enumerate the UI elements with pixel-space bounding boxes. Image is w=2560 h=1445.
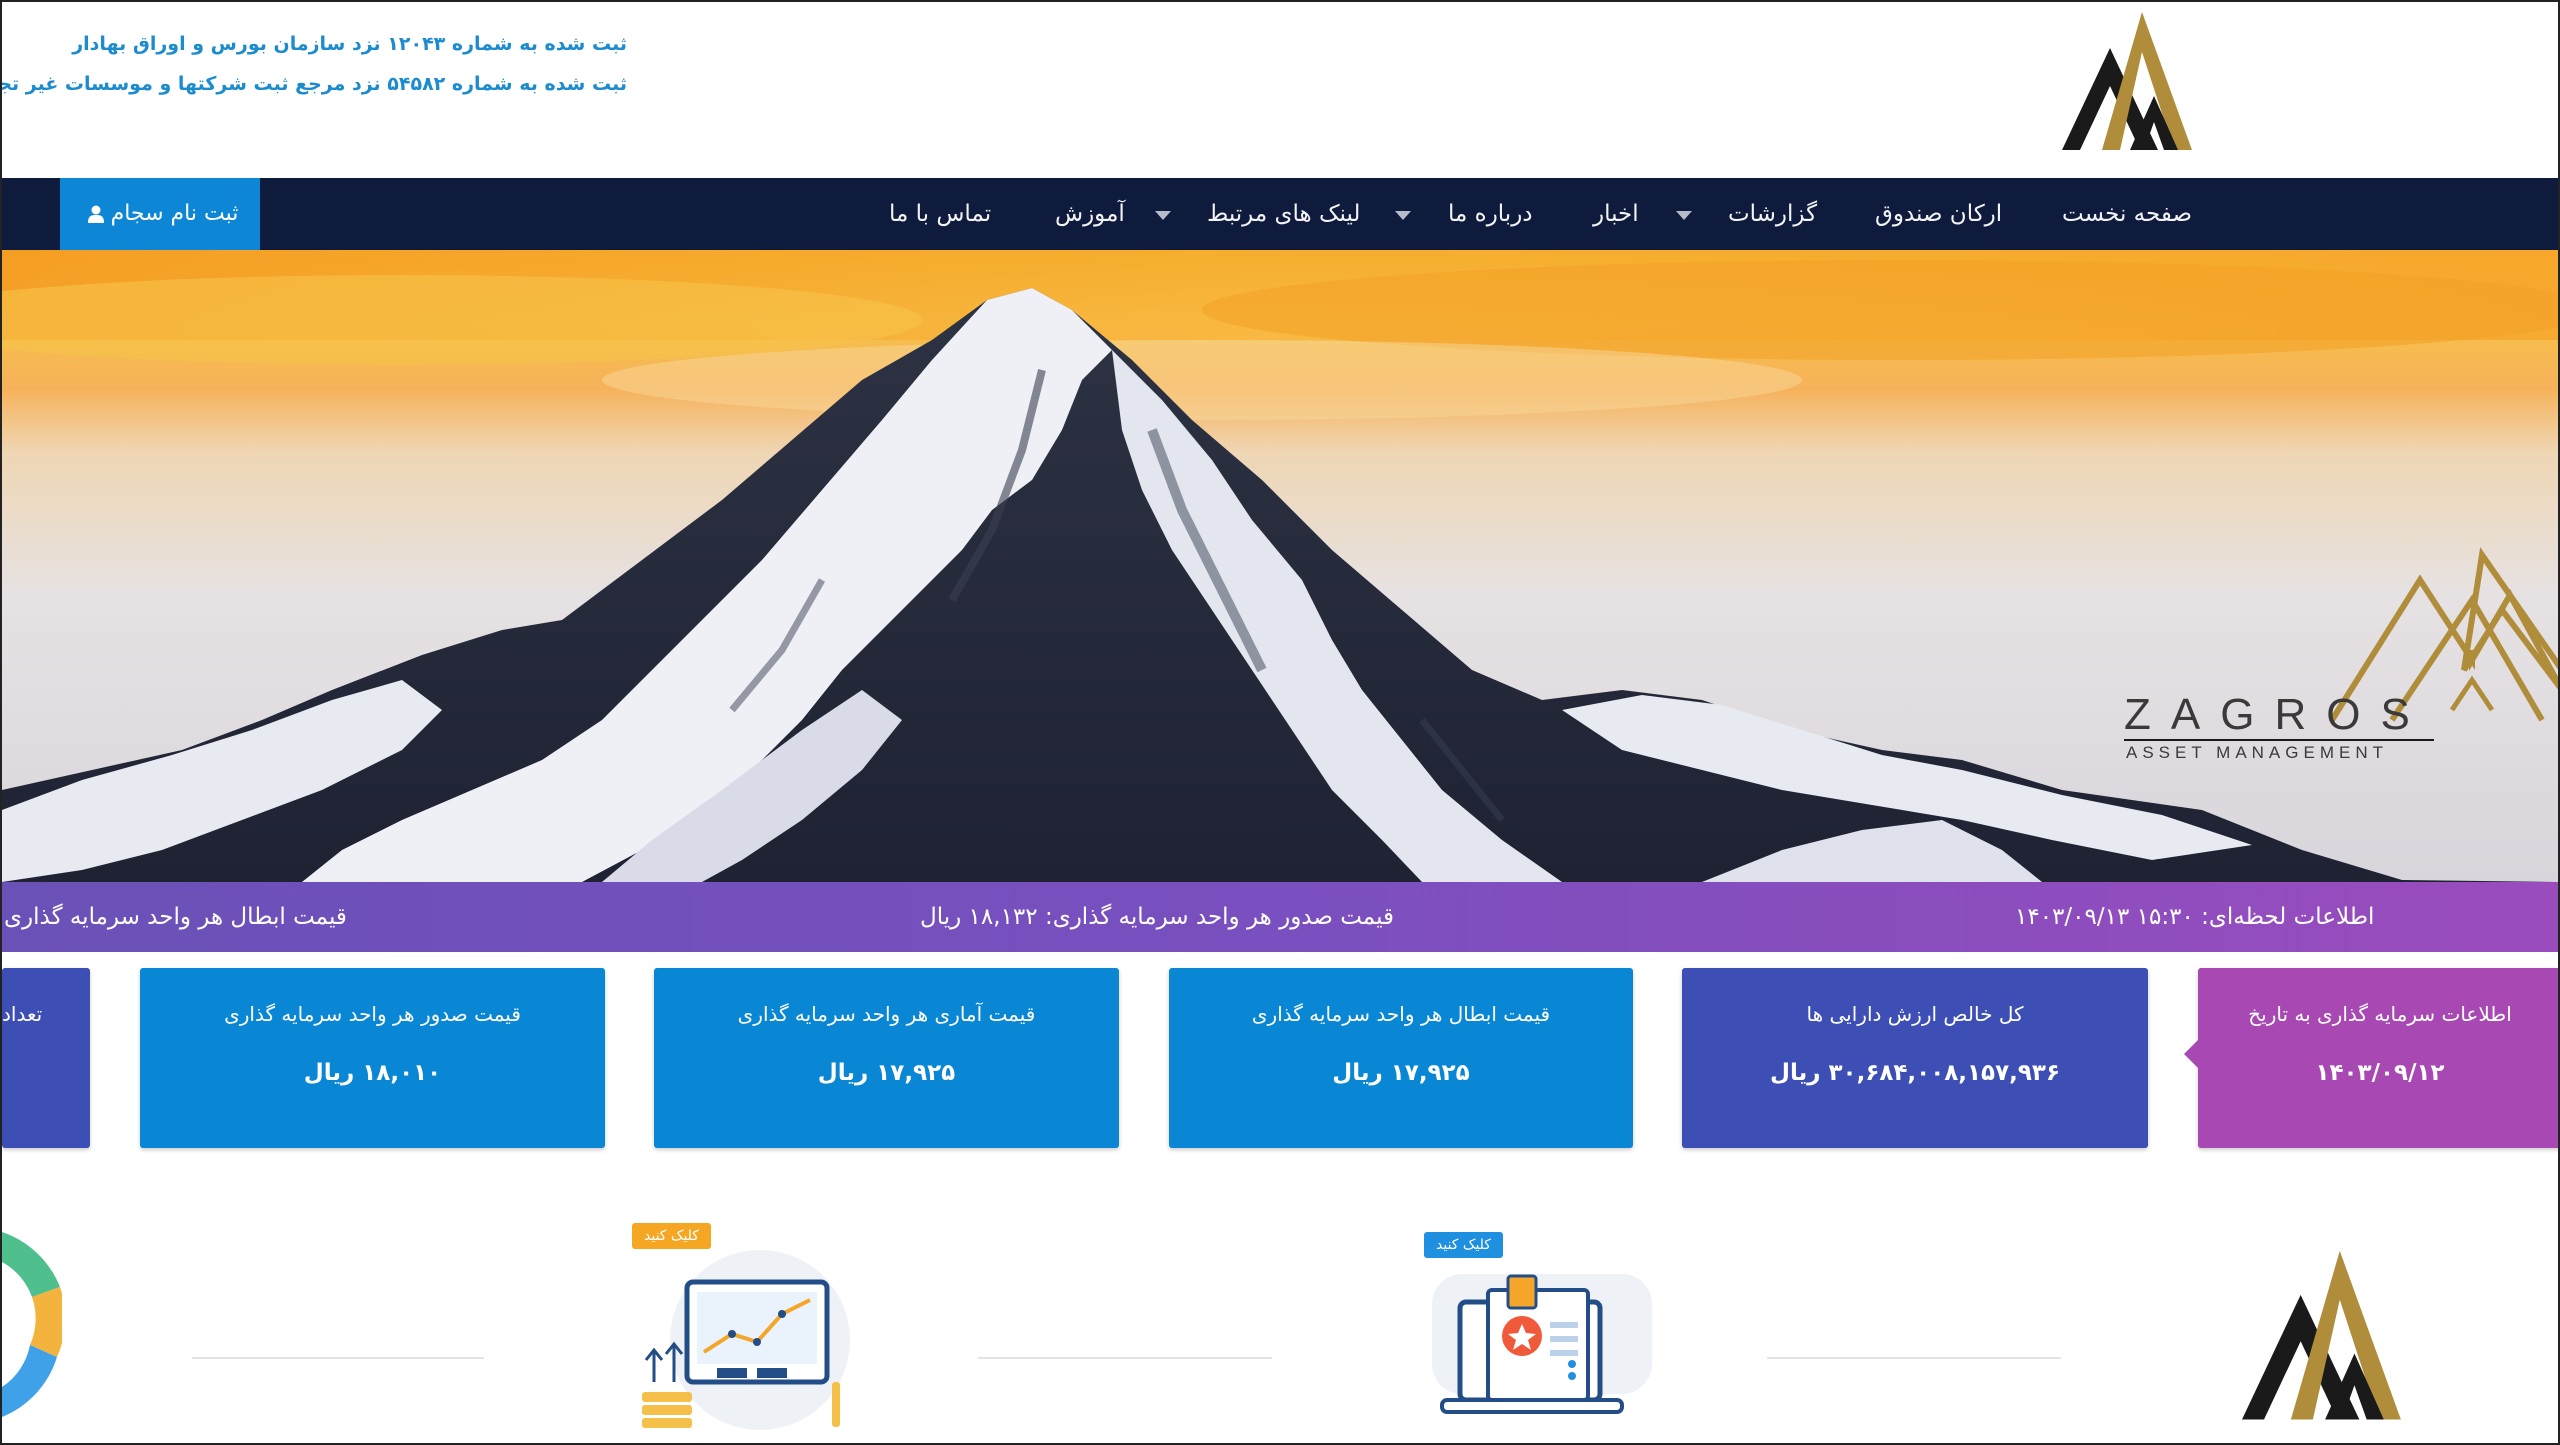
zagros-logo[interactable] <box>2062 10 2197 155</box>
section-divider <box>978 1357 1272 1359</box>
hero-logo-text: ZAGROS <box>2124 690 2430 739</box>
ticker-live-info: اطلاعات لحظه‌ای: ۱۵:۳۰ ۱۴۰۳/۰۹/۱۳ <box>2015 904 2375 930</box>
about-dropdown-icon[interactable] <box>1395 211 1411 220</box>
site-header: ثبت شده به شماره ۱۲۰۴۳ نزد سازمان بورس و… <box>0 2 2558 178</box>
user-icon <box>87 205 104 223</box>
nav-education[interactable]: آموزش <box>1055 178 1125 250</box>
registration-info: ثبت شده به شماره ۱۲۰۴۳ نزد سازمان بورس و… <box>0 24 627 104</box>
card-value: ۳۰,۶۸۴,۰۰۸,۱۵۷,۹۳۶ ریال <box>1770 1060 2060 1086</box>
zagros-logo-footer[interactable] <box>2242 1247 2407 1427</box>
registration-line-companies: ثبت شده به شماره ۵۴۵۸۲ نزد مرجع ثبت شرکت… <box>0 73 627 95</box>
page: ثبت شده به شماره ۱۲۰۴۳ نزد سازمان بورس و… <box>0 0 2560 1445</box>
live-ticker: اطلاعات لحظه‌ای: ۱۵:۳۰ ۱۴۰۳/۰۹/۱۳ قیمت ص… <box>2 882 2558 952</box>
card-investment-date: اطلاعات سرمایه گذاری به تاریخ ۱۴۰۳/۰۹/۱۲ <box>2184 968 2558 1148</box>
sejam-register-button[interactable]: ثبت نام سجام <box>60 178 260 250</box>
card-title: کل خالص ارزش دارایی ها <box>1806 1002 2024 1026</box>
card-value: ۱۷,۹۲۵ ریال <box>1332 1060 1470 1086</box>
card-title: قیمت صدور هر واحد سرمایه گذاری <box>224 1002 521 1026</box>
ticker-issue-price: قیمت صدور هر واحد سرمایه گذاری: ۱۸,۱۳۲ ر… <box>920 904 1395 930</box>
card-value: ۱۴۰۳/۰۹/۱۲ <box>2315 1060 2445 1086</box>
hero-logo-subtext: ASSET MANAGEMENT <box>2126 743 2388 762</box>
links-dropdown-icon[interactable] <box>1155 211 1171 220</box>
nav-related-links[interactable]: لینک های مرتبط <box>1207 178 1360 250</box>
registration-line-sec: ثبت شده به شماره ۱۲۰۴۳ نزد سازمان بورس و… <box>72 33 627 55</box>
card-title: قیمت آماری هر واحد سرمایه گذاری <box>737 1002 1036 1026</box>
financial-chart-illustration[interactable] <box>632 1242 862 1442</box>
nav-contact[interactable]: تماس با ما <box>889 178 991 250</box>
hero-banner: ZAGROS ASSET MANAGEMENT <box>2 250 2558 882</box>
card-total-nav: کل خالص ارزش دارایی ها ۳۰,۶۸۴,۰۰۸,۱۵۷,۹۳… <box>1682 968 2148 1148</box>
nav-news[interactable]: اخبار <box>1593 178 1639 250</box>
certificate-laptop-illustration[interactable] <box>1422 1264 1662 1434</box>
card-redemption-price: قیمت ابطال هر واحد سرمایه گذاری ۱۷,۹۲۵ ر… <box>1169 968 1633 1148</box>
card-issue-price: قیمت صدور هر واحد سرمایه گذاری ۱۸,۰۱۰ ری… <box>140 968 605 1148</box>
card-units-count: تعداد <box>2 968 90 1148</box>
ticker-redemption-price: قیمت ابطال هر واحد سرمایه گذاری <box>4 904 347 930</box>
nav-home[interactable]: صفحه نخست <box>2062 178 2192 250</box>
card-value: ۱۸,۰۱۰ ریال <box>303 1060 442 1086</box>
card-arrow-icon <box>2184 1040 2198 1068</box>
nav-fund-pillars[interactable]: ارکان صندوق <box>1875 178 2002 250</box>
card-title: اطلاعات سرمایه گذاری به تاریخ <box>2248 1002 2512 1026</box>
card-title: تعداد <box>2 1002 43 1026</box>
click-badge[interactable]: کلیک کنید <box>1424 1232 1503 1258</box>
sejam-button-label: ثبت نام سجام <box>110 201 239 226</box>
section-divider <box>192 1357 484 1359</box>
card-statistical-price: قیمت آماری هر واحد سرمایه گذاری ۱۷,۹۲۵ ر… <box>654 968 1119 1148</box>
card-title: قیمت ابطال هر واحد سرمایه گذاری <box>1251 1002 1551 1026</box>
main-navigation: صفحه نخست ارکان صندوق گزارشات اخبار دربا… <box>2 178 2558 250</box>
card-value: ۱۷,۹۲۵ ریال <box>817 1060 956 1086</box>
nav-about[interactable]: درباره ما <box>1448 178 1533 250</box>
nav-reports[interactable]: گزارشات <box>1728 178 1817 250</box>
reports-dropdown-icon[interactable] <box>1676 211 1692 220</box>
donut-chart-icon[interactable] <box>2 1227 62 1427</box>
section-divider <box>1767 1357 2061 1359</box>
mountain-illustration <box>2 250 2558 882</box>
